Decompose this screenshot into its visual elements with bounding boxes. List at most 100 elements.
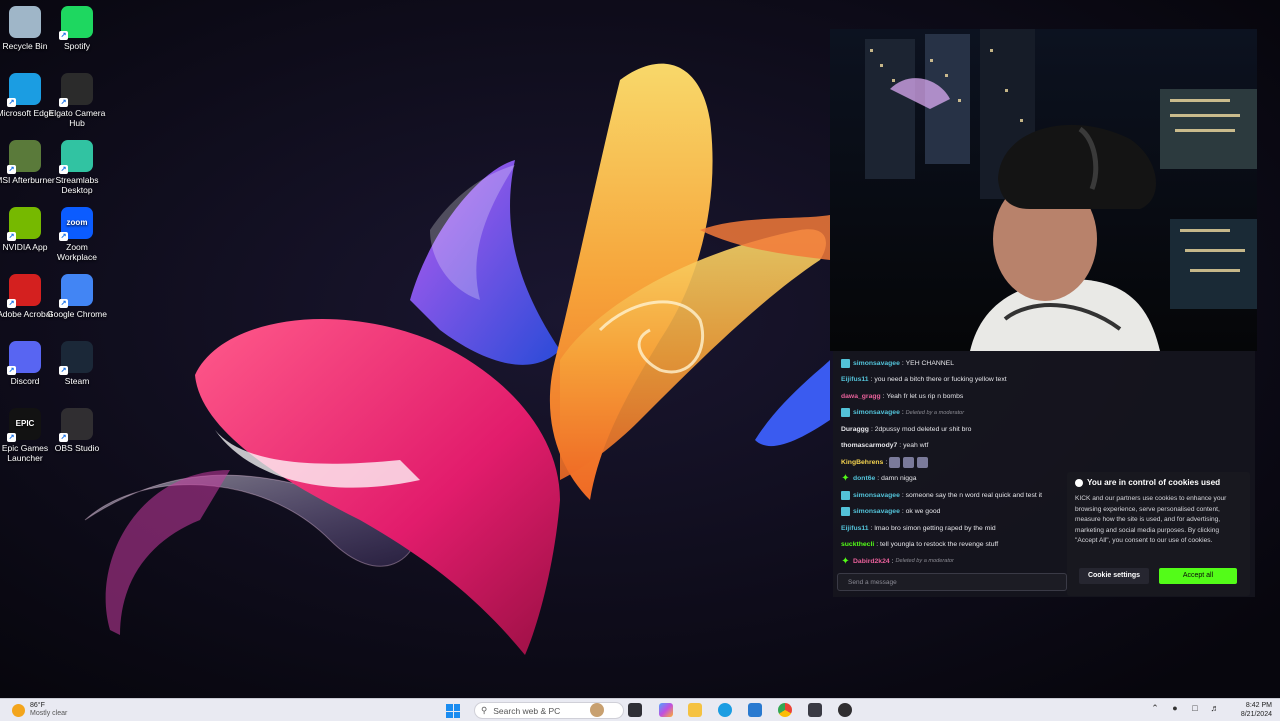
chat-username[interactable]: thomascarmody7 [841,442,897,449]
chat-message: simonsavagee: YEH CHANNEL [841,355,1251,372]
cookie-icon [1075,478,1083,487]
microsoft-store-icon[interactable] [748,703,762,717]
shortcut-arrow-icon: ↗ [59,299,68,308]
shortcut-arrow-icon: ↗ [59,31,68,40]
accept-all-cookies-button[interactable]: Accept all [1159,568,1237,584]
taskbar-clock[interactable]: 8:42 PM 8/21/2024 [1224,701,1272,719]
chat-message-text: someone say the n word real quick and te… [905,491,1043,499]
desktop-shortcut-steam[interactable]: ↗ Steam [46,341,108,386]
cookie-banner-title: You are in control of cookies used [1075,478,1242,487]
chat-username[interactable]: dawa_gragg [841,393,881,400]
chat-emote-icon [889,456,901,468]
desktop-icon-label: Adobe Acrobat [0,309,53,319]
elgato-icon: ↗ [59,73,93,107]
chat-deleted-notice: Deleted by a moderator [895,558,954,565]
chat-message: Duraggg: 2dpussy mod deleted ur shit bro [841,421,1251,438]
desktop-shortcut-streamlabs[interactable]: ↗ Streamlabs Desktop [46,140,108,195]
shortcut-arrow-icon: ↗ [7,299,16,308]
chat-username[interactable]: Duraggg [841,426,869,433]
start-button[interactable] [446,704,460,718]
adobe-acrobat-icon: ↗ [7,274,41,308]
system-tray: ⌃ ● □ ♬ [1150,703,1220,713]
task-view-icon[interactable] [628,703,642,717]
file-explorer-icon[interactable] [688,703,702,717]
chevron-up-icon[interactable]: ⌃ [1150,703,1160,713]
chat-username[interactable]: dont6e [853,475,875,482]
desktop-icon-label: Spotify [64,41,90,51]
shortcut-arrow-icon: ↗ [7,98,16,107]
chat-emote-icon [917,456,929,468]
windows-taskbar: 86°F Mostly clear ⚲ Search web & PC ⌃ ● … [0,698,1280,721]
chat-message-text: Yeah fr let us rip n bombs [886,392,964,400]
shortcut-arrow-icon: ↗ [59,165,68,174]
steam-icon: ↗ [59,341,93,375]
shortcut-arrow-icon: ↗ [59,232,68,241]
elgato-taskbar-icon[interactable] [808,703,822,717]
copilot-icon[interactable] [659,703,673,717]
moderator-badge-icon [841,408,850,418]
chat-message-text: ok we good [905,508,941,516]
chat-username[interactable]: simonsavagee [853,492,900,499]
shortcut-arrow-icon: ↗ [7,232,16,241]
desktop-icon-label: Google Chrome [46,309,107,319]
clock-date: 8/21/2024 [1240,711,1272,718]
desktop-icon-label: Zoom Workplace [57,242,97,262]
obs-icon: ↗ [59,408,93,442]
shortcut-arrow-icon: ↗ [59,433,68,442]
microphone-icon[interactable]: ● [1170,703,1180,713]
cookie-banner-title-text: You are in control of cookies used [1087,478,1221,487]
vip-badge-icon: ✦ [841,555,850,567]
chat-message: simonsavagee: Deleted by a moderator [841,405,1251,422]
chat-emote-icon [903,456,915,468]
desktop-icon-label: Discord [10,376,40,386]
moderator-badge-icon [841,358,850,368]
recycle-bin-icon [9,6,41,38]
chat-username[interactable]: Eijifus11 [841,376,869,383]
desktop-shortcut-zoom[interactable]: zoom ↗ Zoom Workplace [46,207,108,262]
shortcut-arrow-icon: ↗ [59,98,68,107]
weather-temperature: 86°F [30,702,45,709]
desktop-shortcut-obs[interactable]: ↗ OBS Studio [46,408,108,453]
streamlabs-icon: ↗ [59,140,93,174]
chat-username[interactable]: simonsavagee [853,360,900,367]
clock-time: 8:42 PM [1245,702,1272,709]
msi-afterburner-icon: ↗ [7,140,41,174]
chat-username[interactable]: simonsavagee [853,409,900,416]
shortcut-arrow-icon: ↗ [7,433,16,442]
desktop-shortcut-elgato[interactable]: ↗ Elgato Camera Hub [46,73,108,128]
chat-message-text: lmao bro simon getting raped by the mid [874,524,996,532]
obs-taskbar-icon[interactable] [838,703,852,717]
desktop-icon-label: Elgato Camera Hub [48,108,106,128]
weather-icon [12,704,25,717]
chat-message: thomascarmody7: yeah wtf [841,438,1251,455]
weather-description: Mostly clear [30,710,68,717]
edge-taskbar-icon[interactable] [718,703,732,717]
chrome-taskbar-icon[interactable] [778,703,792,717]
desktop-icon-label: OBS Studio [54,443,100,453]
desktop-icon-label: NVIDIA App [2,242,48,252]
monitor-icon[interactable]: □ [1190,703,1200,713]
spotify-icon: ↗ [59,6,93,40]
volume-icon[interactable]: ♬ [1210,703,1220,713]
chat-message-input[interactable]: Send a message [837,573,1067,591]
chat-username[interactable]: Eijifus11 [841,525,869,532]
zoom-icon: zoom ↗ [59,207,93,241]
cookie-settings-button[interactable]: Cookie settings [1079,568,1149,584]
chat-username[interactable]: suckthecli [841,541,874,548]
desktop-icon-label: Recycle Bin [2,41,48,51]
moderator-badge-icon [841,490,850,500]
desktop-shortcut-spotify[interactable]: ↗ Spotify [46,6,108,51]
taskbar-search-placeholder: Search web & PC [493,705,561,716]
edge-icon: ↗ [7,73,41,107]
weather-widget[interactable]: 86°F Mostly clear [12,702,67,718]
desktop-shortcut-chrome[interactable]: ↗ Google Chrome [46,274,108,319]
copilot-avatar-icon[interactable] [590,703,604,717]
moderator-badge-icon [841,507,850,517]
chat-username[interactable]: simonsavagee [853,508,900,515]
cookie-banner-body: KICK and our partners use cookies to enh… [1075,495,1227,545]
chat-message-text: damn nigga [881,475,917,483]
chat-username[interactable]: KingBehrens [841,459,883,466]
chat-username[interactable]: Dabird2k24 [853,558,890,565]
desktop-icon-label: Steam [64,376,90,386]
chat-message-text: yeah wtf [903,442,929,450]
